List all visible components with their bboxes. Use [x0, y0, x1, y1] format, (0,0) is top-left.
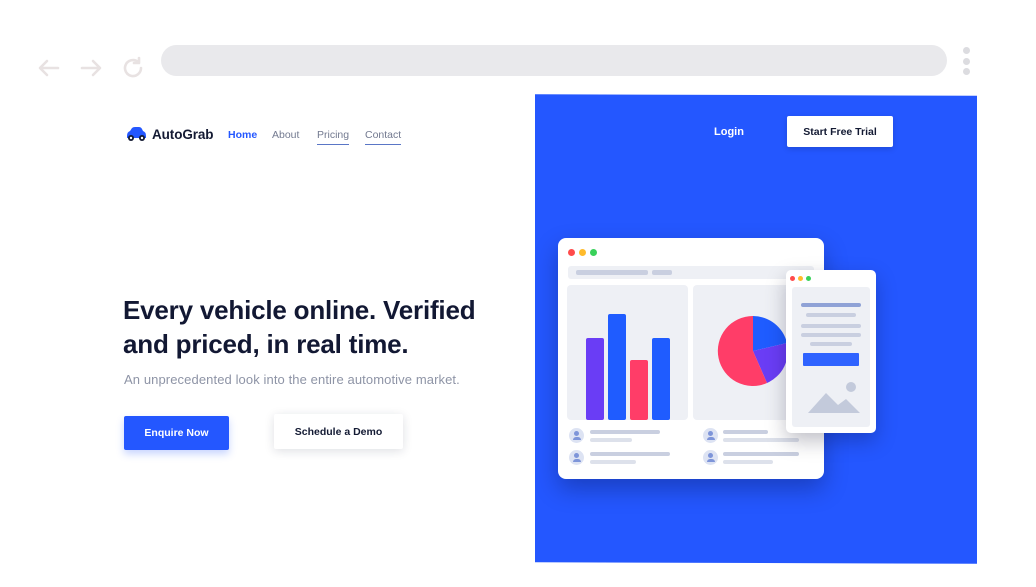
dashboard-search-bar	[568, 266, 814, 279]
hero-title: Every vehicle online. Verified and price…	[123, 295, 476, 359]
hero-subtitle: An unprecedented look into the entire au…	[124, 372, 460, 387]
nav-pricing-link[interactable]: Pricing	[317, 129, 350, 145]
mobile-button-shape	[803, 353, 859, 366]
dashboard-illustration	[558, 238, 824, 479]
mobile-content-card	[792, 287, 870, 427]
user-avatar-icon	[569, 450, 584, 465]
user-avatar-icon	[569, 428, 584, 443]
brand-name: AutoGrab	[152, 126, 214, 142]
user-avatar-icon	[703, 450, 718, 465]
kebab-menu-icon[interactable]	[961, 47, 971, 75]
bar-chart-graphic	[586, 314, 670, 420]
start-free-trial-button[interactable]: Start Free Trial	[787, 116, 893, 147]
window-dots	[568, 249, 597, 256]
forward-arrow-icon[interactable]	[77, 55, 105, 81]
brand-logo[interactable]: AutoGrab	[125, 126, 214, 142]
nav-home-link[interactable]: Home	[228, 129, 257, 141]
mobile-illustration	[786, 270, 876, 433]
address-bar[interactable]	[161, 45, 947, 76]
car-icon	[125, 126, 147, 142]
mobile-window-dots	[790, 276, 811, 281]
nav-about-link[interactable]: About	[272, 129, 299, 141]
back-arrow-icon[interactable]	[35, 55, 63, 81]
schedule-demo-button[interactable]: Schedule a Demo	[274, 414, 403, 449]
image-placeholder-icon	[808, 382, 860, 413]
enquire-now-button[interactable]: Enquire Now	[124, 416, 229, 450]
bar-chart-card	[567, 285, 688, 420]
nav-contact-link[interactable]: Contact	[365, 129, 402, 145]
login-link[interactable]: Login	[714, 126, 744, 138]
reload-icon[interactable]	[119, 55, 147, 81]
user-avatar-icon	[703, 428, 718, 443]
